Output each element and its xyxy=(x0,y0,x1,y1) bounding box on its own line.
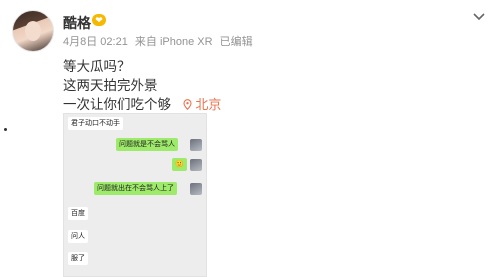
post-source: 来自 iPhone XR xyxy=(134,36,213,48)
chat-avatar xyxy=(190,159,202,171)
post-text-line-3: 一次让你们吃个够 北京 xyxy=(63,93,221,113)
post-text-line-2: 这两天拍完外景 xyxy=(63,78,158,93)
username[interactable]: 酷格 xyxy=(63,13,91,33)
chat-message: 百度 xyxy=(68,207,88,220)
chat-message: 服了 xyxy=(68,252,88,265)
chat-message: 问题就出在不会骂人上了 xyxy=(94,182,177,195)
post-text-line-1: 等大瓜吗？ xyxy=(63,59,131,74)
avatar[interactable] xyxy=(12,10,54,52)
avatar-face xyxy=(25,21,41,41)
chat-avatar xyxy=(190,183,202,195)
post-text-line-3-content: 一次让你们吃个够 xyxy=(63,97,171,112)
chat-avatar xyxy=(190,139,202,151)
edited-label[interactable]: 已编辑 xyxy=(220,36,253,48)
post-date[interactable]: 4月8日 02:21 xyxy=(63,36,128,48)
chat-message: 🙂 xyxy=(172,158,187,171)
chevron-down-icon[interactable] xyxy=(471,8,487,24)
chat-message: 问题就是不会骂人 xyxy=(116,138,178,151)
location-link[interactable]: 北京 xyxy=(183,97,222,112)
location-label: 北京 xyxy=(195,97,222,112)
vip-badge-icon: ❤ xyxy=(92,14,106,26)
post-meta: 4月8日 02:21 来自 iPhone XR 已编辑 xyxy=(63,33,257,49)
list-bullet xyxy=(4,128,7,131)
chat-screenshot-image[interactable]: 君子动口不动手 问题就是不会骂人 🙂 问题就出在不会骂人上了 百度 问人 服了 xyxy=(63,113,207,277)
chat-message: 问人 xyxy=(68,230,88,243)
chat-message: 君子动口不动手 xyxy=(68,117,123,130)
location-pin-icon xyxy=(183,99,192,110)
